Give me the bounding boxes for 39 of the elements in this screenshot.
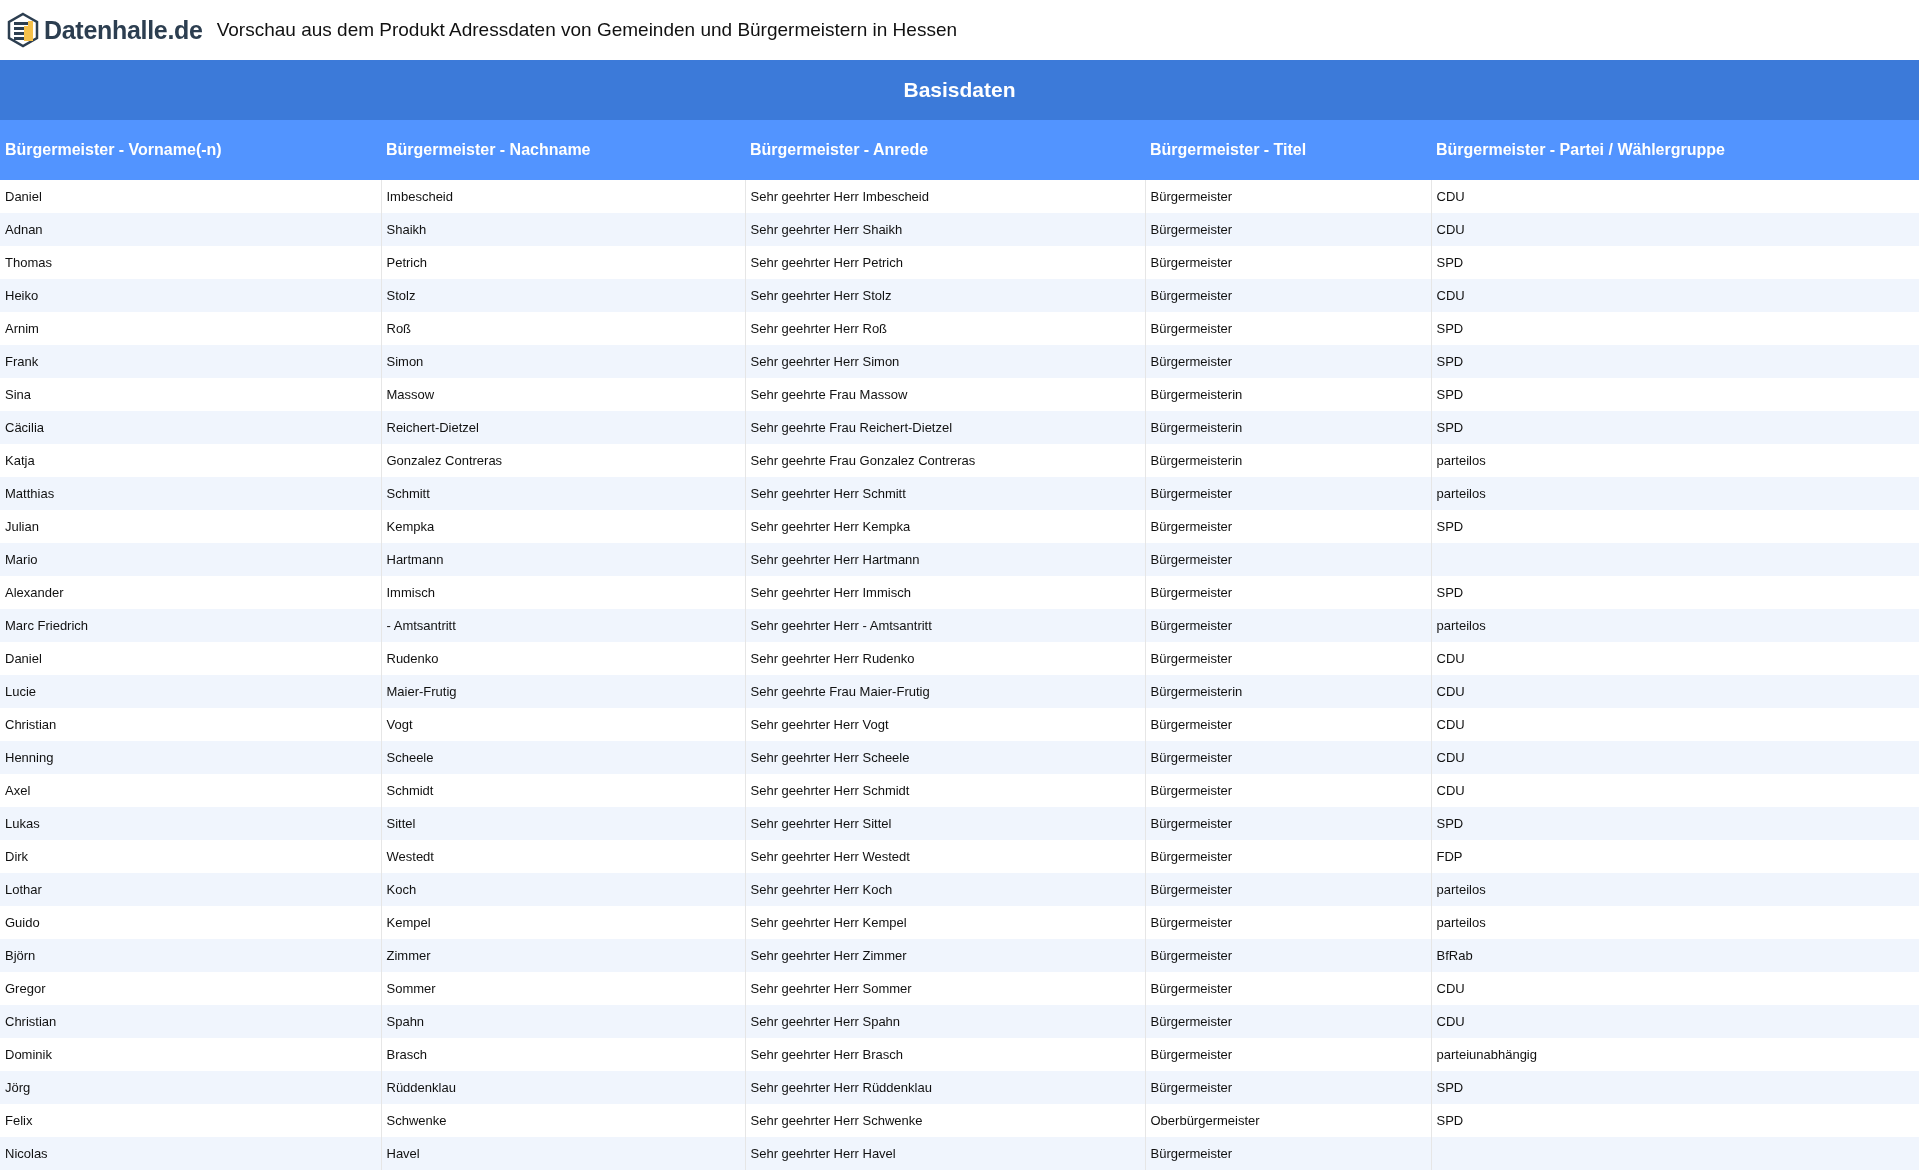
- table-cell: Christian: [0, 708, 381, 741]
- table-cell: Daniel: [0, 180, 381, 213]
- column-header: Bürgermeister - Partei / Wählergruppe: [1431, 120, 1919, 180]
- table-cell: Arnim: [0, 312, 381, 345]
- table-cell: Jörg: [0, 1071, 381, 1104]
- table-cell: Sehr geehrter Herr Havel: [745, 1137, 1145, 1170]
- logo-icon: [6, 12, 40, 48]
- table-cell: Henning: [0, 741, 381, 774]
- table-cell: Lukas: [0, 807, 381, 840]
- table-cell: Mario: [0, 543, 381, 576]
- table-cell: Havel: [381, 1137, 745, 1170]
- table-cell: Gregor: [0, 972, 381, 1005]
- table-cell: Cäcilia: [0, 411, 381, 444]
- table-cell: Nicolas: [0, 1137, 381, 1170]
- table-cell: Lucie: [0, 675, 381, 708]
- column-header: Bürgermeister - Anrede: [745, 120, 1145, 180]
- table-cell: Sina: [0, 378, 381, 411]
- table-cell: Christian: [0, 1005, 381, 1038]
- table-cell: Matthias: [0, 477, 381, 510]
- table-cell: Björn: [0, 939, 381, 972]
- column-header: Bürgermeister - Vorname(-n): [0, 120, 381, 180]
- table-cell: Guido: [0, 906, 381, 939]
- table-cell: Julian: [0, 510, 381, 543]
- column-header: Bürgermeister - Nachname: [381, 120, 745, 180]
- logo-text: Datenhalle.de: [44, 15, 203, 45]
- table-cell: Bürgermeister: [1145, 1137, 1431, 1170]
- table-cell: Dominik: [0, 1038, 381, 1071]
- table-cell: Dirk: [0, 840, 381, 873]
- table-cell: Axel: [0, 774, 381, 807]
- table-cell: Daniel: [0, 642, 381, 675]
- table-cell: Lothar: [0, 873, 381, 906]
- table-cell: Marc Friedrich: [0, 609, 381, 642]
- column-header: Bürgermeister - Titel: [1145, 120, 1431, 180]
- table-cell: Katja: [0, 444, 381, 477]
- table-cell: Felix: [0, 1104, 381, 1137]
- table-cell: Thomas: [0, 246, 381, 279]
- table-cell: Alexander: [0, 576, 381, 609]
- section-title: Basisdaten: [903, 78, 1016, 102]
- page-title: Vorschau aus dem Produkt Adressdaten von Gemeinden und Bürgermeistern in Hessen: [216, 19, 958, 41]
